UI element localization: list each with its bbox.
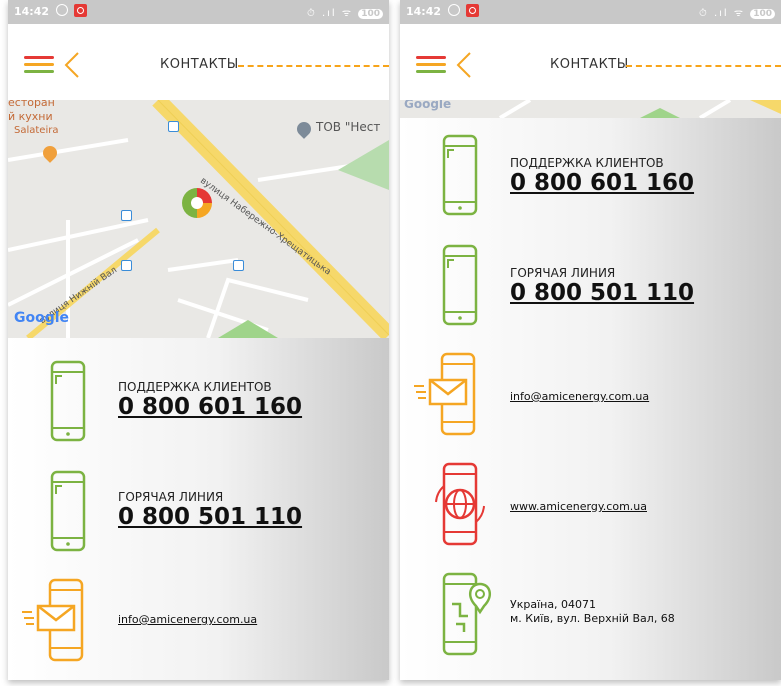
map-view[interactable]: Google [400, 100, 781, 118]
hotline-label: ГОРЯЧАЯ ЛИНИЯ [118, 490, 224, 504]
status-time: 14:42 [406, 5, 442, 18]
phone-icon [50, 470, 86, 552]
phone-screen-right: 14:42 ⏱ .ıl ᯤ 100 КОНТАКТЫ Google ПОДДЕР… [400, 0, 781, 680]
phone-icon [442, 244, 478, 326]
contact-email[interactable]: info@amicenergy.com.ua [400, 352, 781, 452]
bus-stop-icon[interactable] [168, 121, 179, 132]
map-view[interactable]: есторан й кухни Salateira ТОВ "Нест вули… [8, 100, 389, 338]
google-logo: Google [404, 100, 452, 111]
whatsapp-icon [448, 4, 460, 16]
contact-support[interactable]: ПОДДЕРЖКА КЛИЕНТОВ 0 800 601 160 [8, 358, 389, 458]
contact-hotline[interactable]: ГОРЯЧАЯ ЛИНИЯ 0 800 501 110 [8, 468, 389, 568]
back-arrow-icon[interactable] [58, 50, 88, 80]
top-bar: КОНТАКТЫ [8, 24, 389, 100]
page-title: КОНТАКТЫ [550, 57, 629, 72]
signal-icons: ⏱ .ıl ᯤ [698, 8, 746, 19]
map-poi-label: ТОВ "Нест [316, 120, 381, 134]
title-dashed-line [238, 65, 389, 67]
status-bar: 14:42 ⏱ .ıl ᯤ 100 [400, 0, 781, 24]
contact-support[interactable]: ПОДДЕРЖКА КЛИЕНТОВ 0 800 601 160 [400, 132, 781, 232]
title-dashed-line [626, 65, 781, 67]
map-restaurant-name: Salateira [14, 125, 59, 136]
record-icon [74, 4, 87, 17]
support-label: ПОДДЕРЖКА КЛИЕНТОВ [118, 380, 272, 394]
top-bar: КОНТАКТЫ [400, 24, 781, 100]
contact-address[interactable]: Україна, 04071 м. Київ, вул. Верхній Вал… [400, 572, 781, 672]
support-label: ПОДДЕРЖКА КЛИЕНТОВ [510, 156, 664, 170]
bus-stop-icon[interactable] [121, 210, 132, 221]
battery-icon: 100 [358, 9, 383, 19]
hotline-label: ГОРЯЧАЯ ЛИНИЯ [510, 266, 616, 280]
hotline-phone-link[interactable]: 0 800 501 110 [118, 504, 302, 530]
address-line1: Україна, 04071 [510, 598, 597, 611]
contact-hotline[interactable]: ГОРЯЧАЯ ЛИНИЯ 0 800 501 110 [400, 242, 781, 342]
support-phone-link[interactable]: 0 800 601 160 [510, 170, 694, 196]
bus-stop-icon[interactable] [233, 260, 244, 271]
email-link[interactable]: info@amicenergy.com.ua [118, 613, 257, 626]
battery-icon: 100 [750, 9, 775, 19]
page-title: КОНТАКТЫ [160, 57, 239, 72]
bus-stop-icon[interactable] [121, 260, 132, 271]
email-link[interactable]: info@amicenergy.com.ua [510, 390, 649, 403]
location-icon [442, 572, 492, 656]
hamburger-menu-icon[interactable] [416, 56, 446, 74]
whatsapp-icon [56, 4, 68, 16]
support-phone-link[interactable]: 0 800 601 160 [118, 394, 302, 420]
phone-screen-left: 14:42 ⏱ .ıl ᯤ 100 КОНТАКТЫ есторан й кух… [8, 0, 389, 680]
website-globe-icon [435, 462, 485, 546]
phone-icon [442, 134, 478, 216]
contact-website[interactable]: www.amicenergy.com.ua [400, 462, 781, 562]
map-restaurant-line1: есторан [8, 100, 55, 109]
back-arrow-icon[interactable] [450, 50, 480, 80]
address-line2: м. Київ, вул. Верхній Вал, 68 [510, 612, 675, 625]
website-link[interactable]: www.amicenergy.com.ua [510, 500, 647, 513]
status-time: 14:42 [14, 5, 50, 18]
map-restaurant-line2: й кухни [8, 110, 53, 123]
hamburger-menu-icon[interactable] [24, 56, 54, 74]
google-logo: Google [14, 310, 70, 326]
status-bar: 14:42 ⏱ .ıl ᯤ 100 [8, 0, 389, 24]
email-icon [414, 352, 476, 436]
record-icon [466, 4, 479, 17]
contact-email[interactable]: info@amicenergy.com.ua [8, 578, 389, 678]
status-indicators: ⏱ .ıl ᯤ 100 [307, 5, 383, 19]
hotline-phone-link[interactable]: 0 800 501 110 [510, 280, 694, 306]
email-icon [22, 578, 84, 662]
phone-icon [50, 360, 86, 442]
signal-icons: ⏱ .ıl ᯤ [306, 8, 354, 19]
status-indicators: ⏱ .ıl ᯤ 100 [699, 5, 775, 19]
